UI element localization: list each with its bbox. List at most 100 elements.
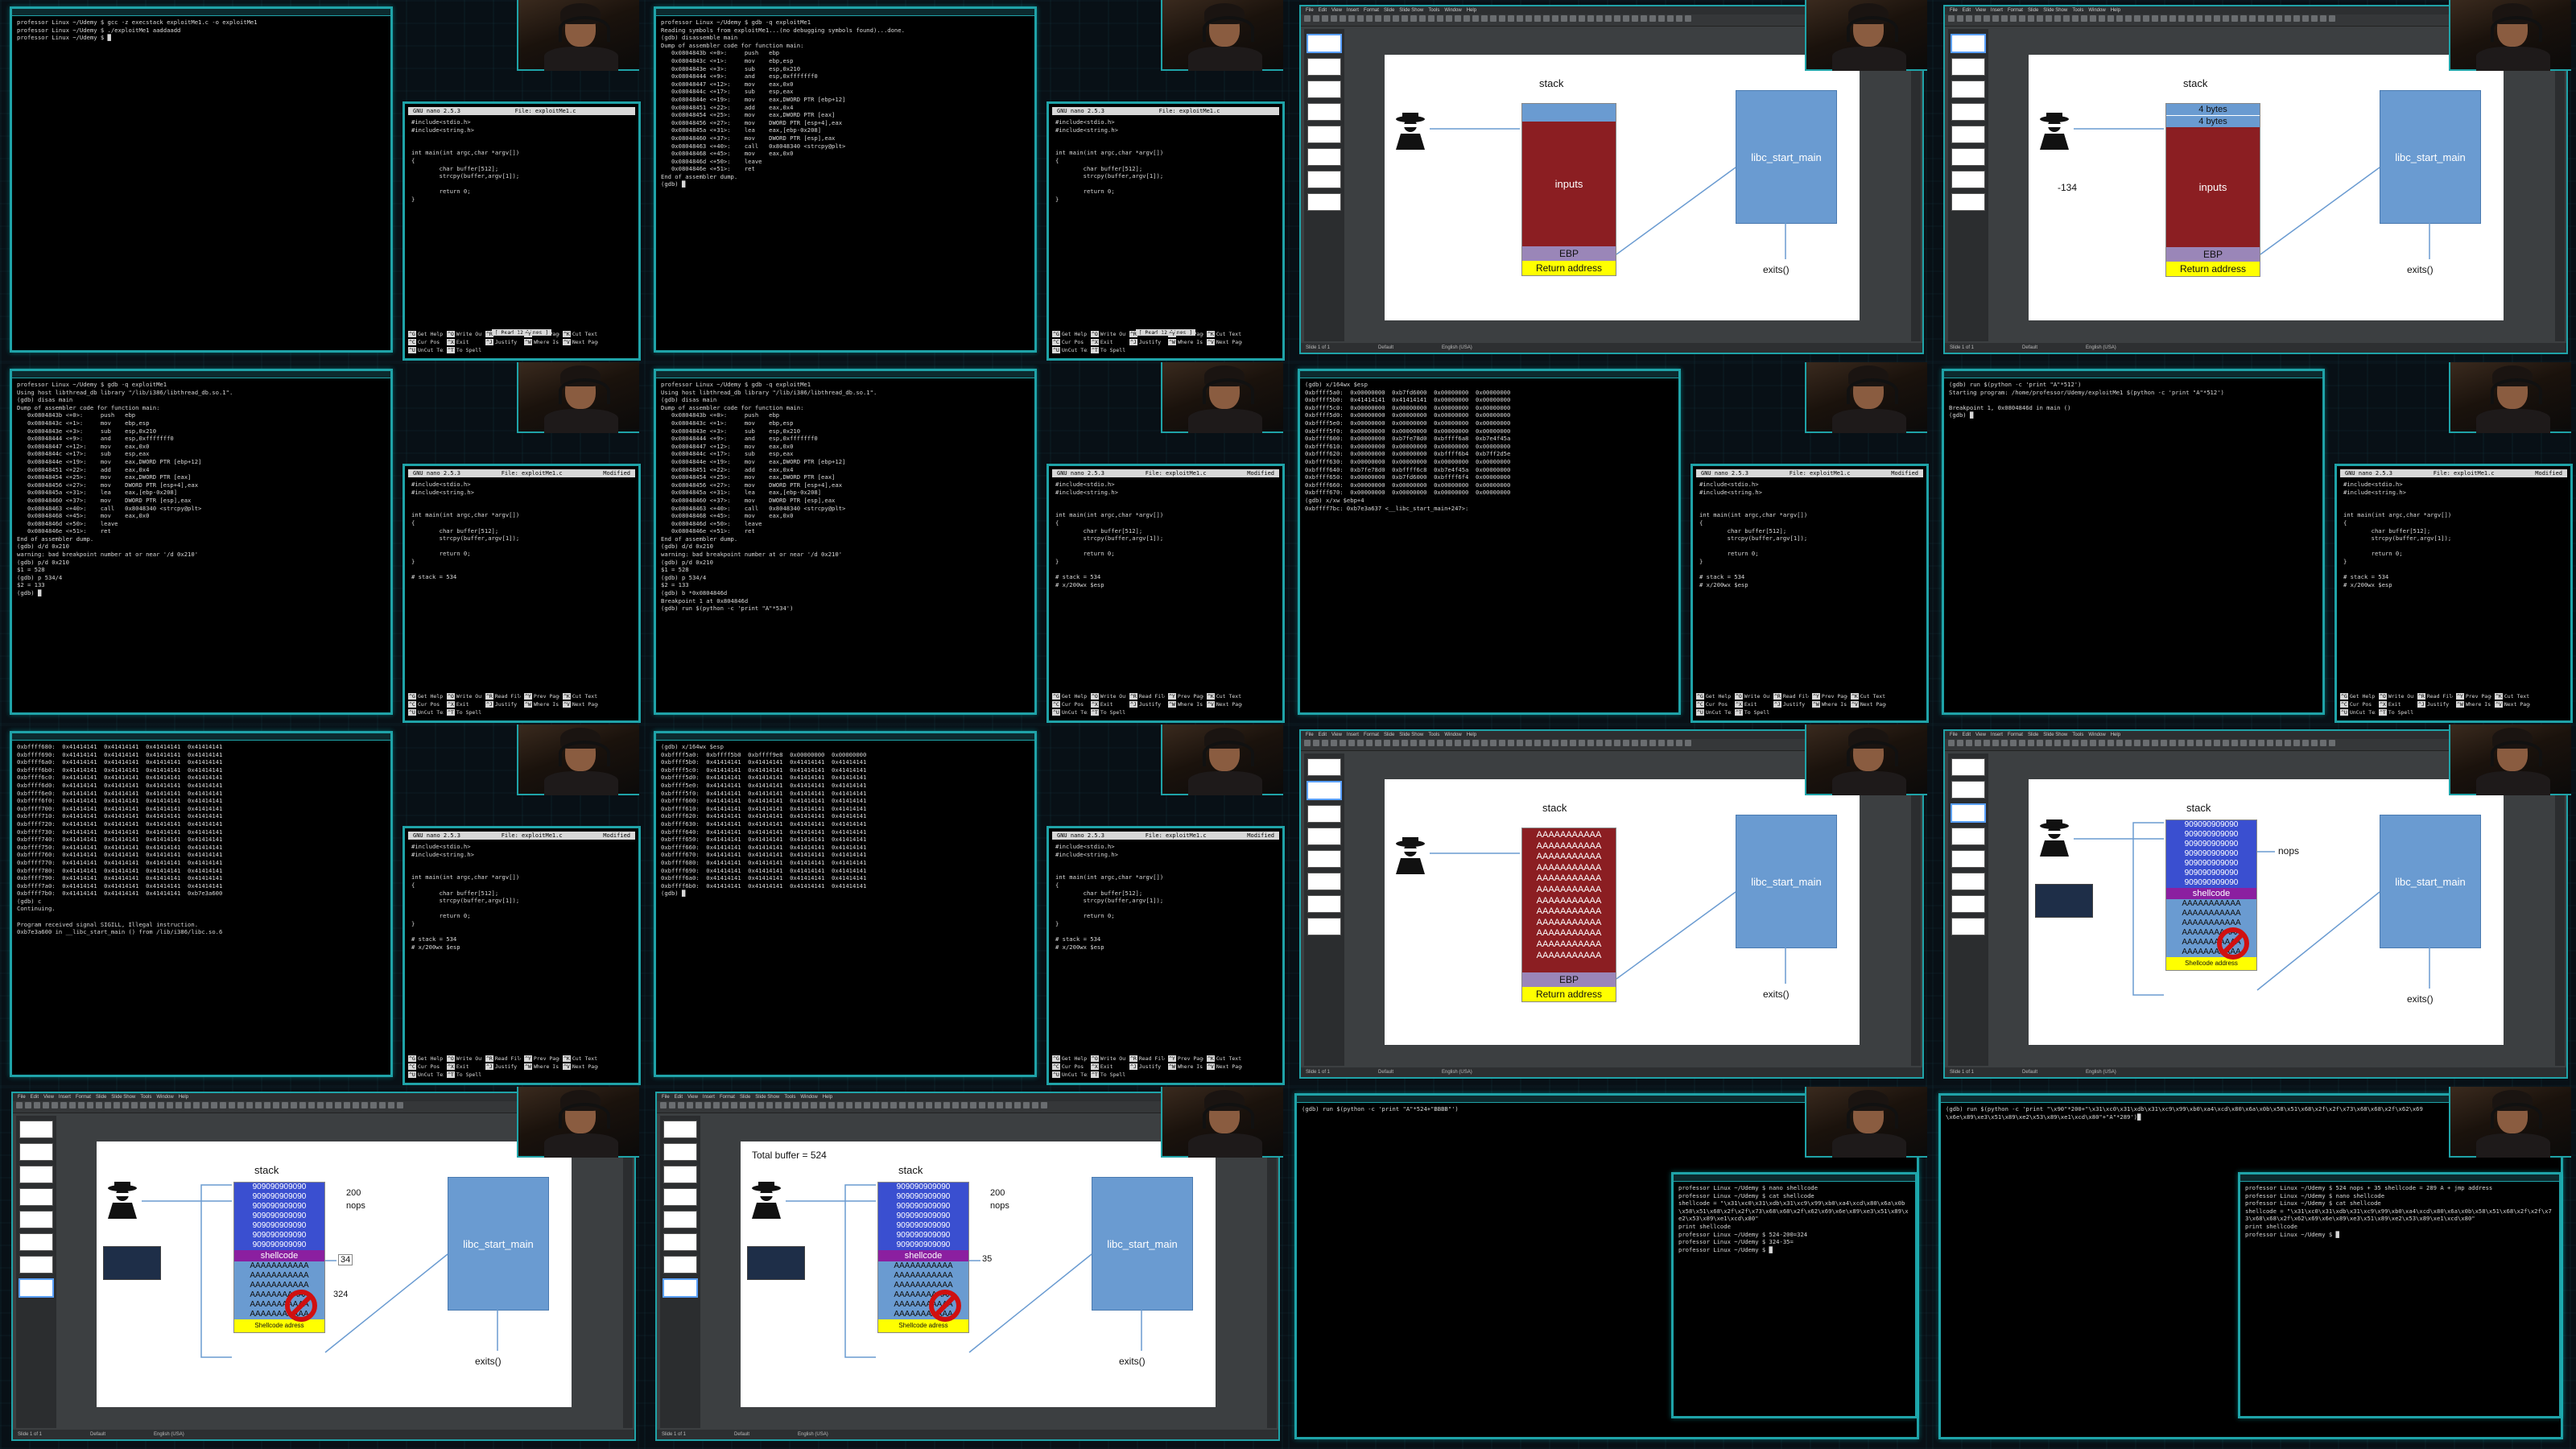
toolbar-icon[interactable] (1348, 740, 1355, 746)
menu-item[interactable]: Insert (59, 1093, 71, 1101)
menu-item[interactable]: Format (2008, 731, 2023, 739)
toolbar-icon[interactable] (114, 1102, 120, 1108)
menu-item[interactable]: Slide (740, 1093, 750, 1101)
toolbar-icon[interactable] (2258, 15, 2264, 22)
toolbar-icon[interactable] (1402, 15, 1408, 22)
toolbar-icon[interactable] (1322, 740, 1328, 746)
nano-buffer[interactable]: #include<stdio.h> #include<string.h> int… (1693, 477, 1926, 592)
toolbar-icon[interactable] (2169, 15, 2176, 22)
toolbar-icon[interactable] (678, 1102, 684, 1108)
toolbar-icon[interactable] (1313, 740, 1319, 746)
nano-buffer[interactable]: #include<stdio.h> #include<string.h> int… (1049, 477, 1282, 592)
toolbar-icon[interactable] (2019, 15, 2025, 22)
nano-shortcut[interactable]: ^W Where Is (524, 339, 559, 345)
menu-item[interactable]: Help (1467, 6, 1476, 14)
nano-shortcut[interactable]: ^UUnCut Text (1052, 1071, 1088, 1078)
toolbar-icon[interactable] (696, 1102, 702, 1108)
slide-panel[interactable] (660, 1116, 700, 1428)
menu-item[interactable]: Slide (1384, 6, 1394, 14)
toolbar-icon[interactable] (1641, 740, 1647, 746)
nano-shortcut[interactable]: ^W Where Is (1812, 701, 1847, 708)
menu-item[interactable]: Slide Show (111, 1093, 135, 1101)
toolbar-icon[interactable] (1614, 740, 1620, 746)
toolbar-icon[interactable] (246, 1102, 253, 1108)
menu-item[interactable]: Help (1467, 731, 1476, 739)
toolbar-icon[interactable] (2214, 15, 2220, 22)
toolbar-icon[interactable] (1570, 740, 1576, 746)
menu-item[interactable]: Format (2008, 6, 2023, 14)
nano-shortcut[interactable]: ^X Exit (447, 701, 482, 708)
toolbar-icon[interactable] (1614, 15, 1620, 22)
toolbar-icon[interactable] (961, 1102, 968, 1108)
toolbar-icon[interactable] (1041, 1102, 1047, 1108)
toolbar-icon[interactable] (2072, 740, 2079, 746)
toolbar-icon[interactable] (1658, 740, 1665, 746)
toolbar-icon[interactable] (1632, 15, 1638, 22)
menu-item[interactable]: Tools (140, 1093, 151, 1101)
toolbar-icon[interactable] (1322, 15, 1328, 22)
toolbar-icon[interactable] (784, 1102, 791, 1108)
nano-shortcut[interactable]: ^UUnCut Text (408, 1071, 444, 1078)
toolbar-icon[interactable] (1005, 1102, 1012, 1108)
menu-item[interactable]: Edit (1319, 731, 1327, 739)
menu-item[interactable]: Window (156, 1093, 173, 1101)
toolbar-icon[interactable] (326, 1102, 332, 1108)
toolbar-icon[interactable] (2028, 15, 2034, 22)
nano-shortcut[interactable]: ^UUnCut Text (408, 709, 444, 716)
nano-shortcut[interactable]: ^O Write Out (447, 693, 482, 700)
nano-shortcut[interactable]: ^X Exit (447, 1063, 482, 1070)
toolbar-icon[interactable] (1508, 740, 1514, 746)
toolbar-icon[interactable] (864, 1102, 870, 1108)
nano-shortcut[interactable]: ^R Read File (1129, 693, 1165, 700)
nano-shortcut[interactable]: ^J Justify (1773, 701, 1809, 708)
toolbar-icon[interactable] (2090, 15, 2096, 22)
nano-buffer[interactable]: #include<stdio.h> #include<string.h> int… (405, 115, 638, 207)
toolbar-icon[interactable] (1463, 15, 1470, 22)
toolbar-icon[interactable] (997, 1102, 1003, 1108)
menu-item[interactable]: Format (76, 1093, 91, 1101)
menu-item[interactable]: Slide (2028, 6, 2038, 14)
toolbar-icon[interactable] (970, 1102, 976, 1108)
toolbar-icon[interactable] (1685, 740, 1691, 746)
nano-shortcut[interactable]: ^V Next Page (563, 1063, 598, 1070)
nano-shortcut[interactable]: ^Y Prev Page (1168, 331, 1203, 337)
toolbar-icon[interactable] (1561, 15, 1567, 22)
toolbar-icon[interactable] (1410, 15, 1417, 22)
nano-shortcut[interactable]: ^G Get Help (408, 331, 444, 337)
toolbar-icon[interactable] (1481, 15, 1488, 22)
toolbar-icon[interactable] (2285, 740, 2291, 746)
nano-shortcut[interactable]: ^K Cut Text (1851, 693, 1886, 700)
nano-shortcut[interactable]: ^G Get Help (1696, 693, 1732, 700)
toolbar-icon[interactable] (2081, 740, 2087, 746)
nano-shortcut[interactable]: ^O Write Out (447, 331, 482, 337)
menu-item[interactable]: Slide (96, 1093, 106, 1101)
toolbar-icon[interactable] (34, 1102, 40, 1108)
toolbar-icon[interactable] (1410, 740, 1417, 746)
nano-shortcut[interactable]: ^T To Spell (1091, 347, 1126, 353)
nano-shortcut[interactable]: ^T To Spell (1735, 709, 1770, 716)
nano-shortcut[interactable]: ^V Next Page (563, 339, 598, 345)
nano-shortcut[interactable]: ^R Read File (485, 331, 521, 337)
nano-shortcut[interactable]: ^J Justify (1129, 701, 1165, 708)
toolbar-icon[interactable] (1304, 740, 1311, 746)
sidebar-tools[interactable] (1267, 1116, 1277, 1428)
toolbar-icon[interactable] (1579, 740, 1585, 746)
toolbar-icon[interactable] (52, 1102, 58, 1108)
toolbar-icon[interactable] (1357, 740, 1364, 746)
toolbar-icon[interactable] (1525, 15, 1532, 22)
menu-item[interactable]: File (1950, 731, 1958, 739)
nano-shortcut[interactable]: ^G Get Help (2340, 693, 2376, 700)
toolbar-icon[interactable] (1463, 740, 1470, 746)
toolbar-icon[interactable] (890, 1102, 897, 1108)
toolbar-icon[interactable] (370, 1102, 377, 1108)
nano-shortcut[interactable]: ^V Next Page (1207, 339, 1242, 345)
toolbar-icon[interactable] (397, 1102, 403, 1108)
nano-shortcut[interactable]: ^K Cut Text (563, 693, 598, 700)
toolbar-icon[interactable] (1685, 15, 1691, 22)
nano-shortcut[interactable]: ^T To Spell (447, 1071, 482, 1078)
menu-item[interactable]: File (1306, 731, 1314, 739)
nano-shortcut[interactable]: ^V Next Page (1851, 701, 1886, 708)
toolbar-icon[interactable] (713, 1102, 720, 1108)
nano-shortcut[interactable]: ^C Cur Pos (408, 1063, 444, 1070)
slide-canvas[interactable]: stack inputs EBP Return address libc_sta… (1385, 55, 1860, 320)
